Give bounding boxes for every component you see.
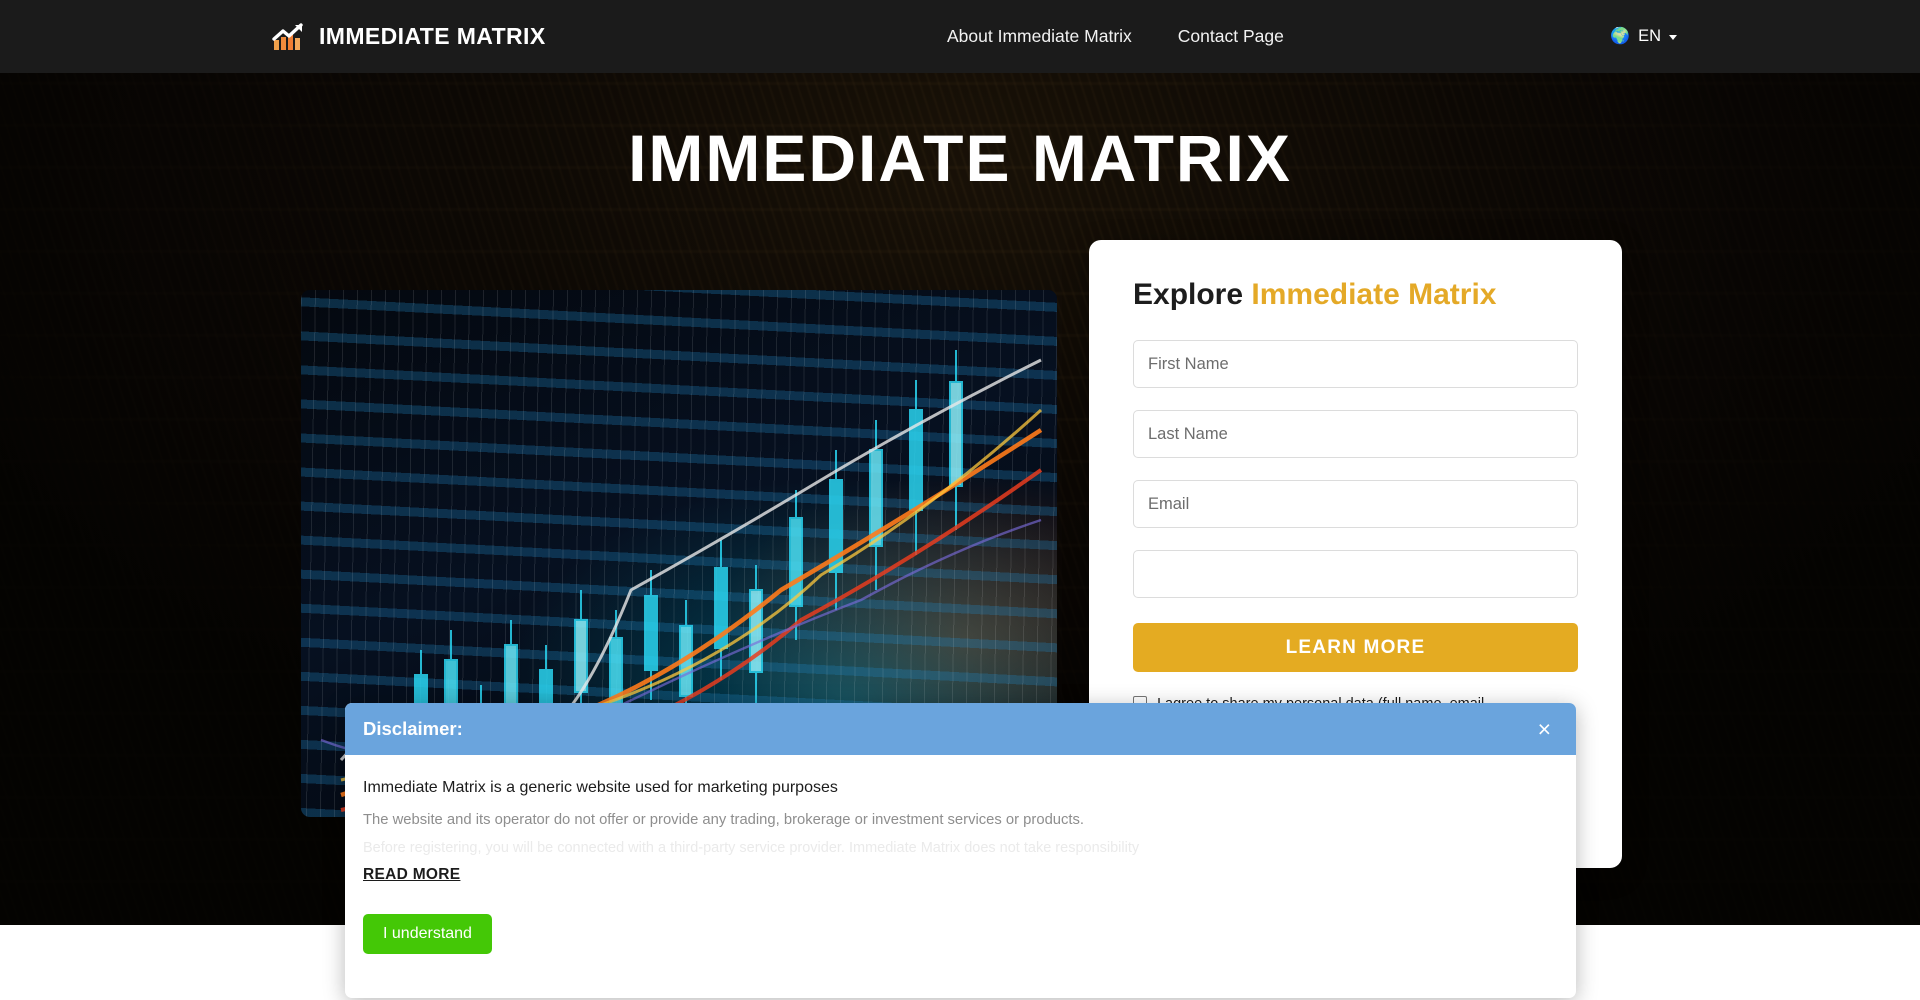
- form-heading-accent: Immediate Matrix: [1251, 278, 1497, 311]
- nav-links: About Immediate Matrix Contact Page: [947, 26, 1284, 47]
- page-title: IMMEDIATE MATRIX: [628, 121, 1292, 195]
- form-heading: Explore Immediate Matrix: [1133, 278, 1578, 312]
- language-switcher[interactable]: 🌍 EN: [1610, 27, 1677, 46]
- i-understand-button[interactable]: I understand: [363, 914, 492, 954]
- disclaimer-modal-header: Disclaimer: ×: [345, 703, 1576, 755]
- brand-name: IMMEDIATE MATRIX: [319, 23, 546, 49]
- last-name-input[interactable]: [1133, 410, 1578, 458]
- brand-logo-link[interactable]: IMMEDIATE MATRIX: [272, 22, 546, 52]
- disclaimer-modal: Disclaimer: × Immediate Matrix is a gene…: [345, 703, 1576, 998]
- read-more-link[interactable]: READ MORE: [363, 866, 460, 884]
- disclaimer-modal-body: Immediate Matrix is a generic website us…: [345, 755, 1576, 954]
- language-code: EN: [1638, 27, 1661, 45]
- disclaimer-paragraph-1: Immediate Matrix is a generic website us…: [363, 779, 838, 796]
- disclaimer-paragraph-3: Before registering, you will be connecte…: [363, 840, 1140, 856]
- learn-more-button[interactable]: LEARN MORE: [1133, 623, 1578, 672]
- phone-input[interactable]: [1133, 550, 1578, 598]
- globe-icon: 🌍: [1610, 27, 1631, 45]
- first-name-input[interactable]: [1133, 340, 1578, 388]
- navbar: IMMEDIATE MATRIX About Immediate Matrix …: [0, 0, 1920, 73]
- disclaimer-paragraph-2: The website and its operator do not offe…: [363, 812, 1085, 828]
- close-icon[interactable]: ×: [1538, 717, 1551, 741]
- form-heading-main: Explore: [1133, 278, 1244, 311]
- chevron-down-icon: [1669, 35, 1677, 40]
- email-input[interactable]: [1133, 480, 1578, 528]
- disclaimer-modal-title: Disclaimer:: [363, 718, 463, 739]
- nav-link-contact[interactable]: Contact Page: [1178, 26, 1284, 47]
- chart-growth-icon: [272, 22, 303, 50]
- nav-link-about[interactable]: About Immediate Matrix: [947, 26, 1132, 47]
- page-root: IMMEDIATE MATRIX About Immediate Matrix …: [0, 0, 1920, 1000]
